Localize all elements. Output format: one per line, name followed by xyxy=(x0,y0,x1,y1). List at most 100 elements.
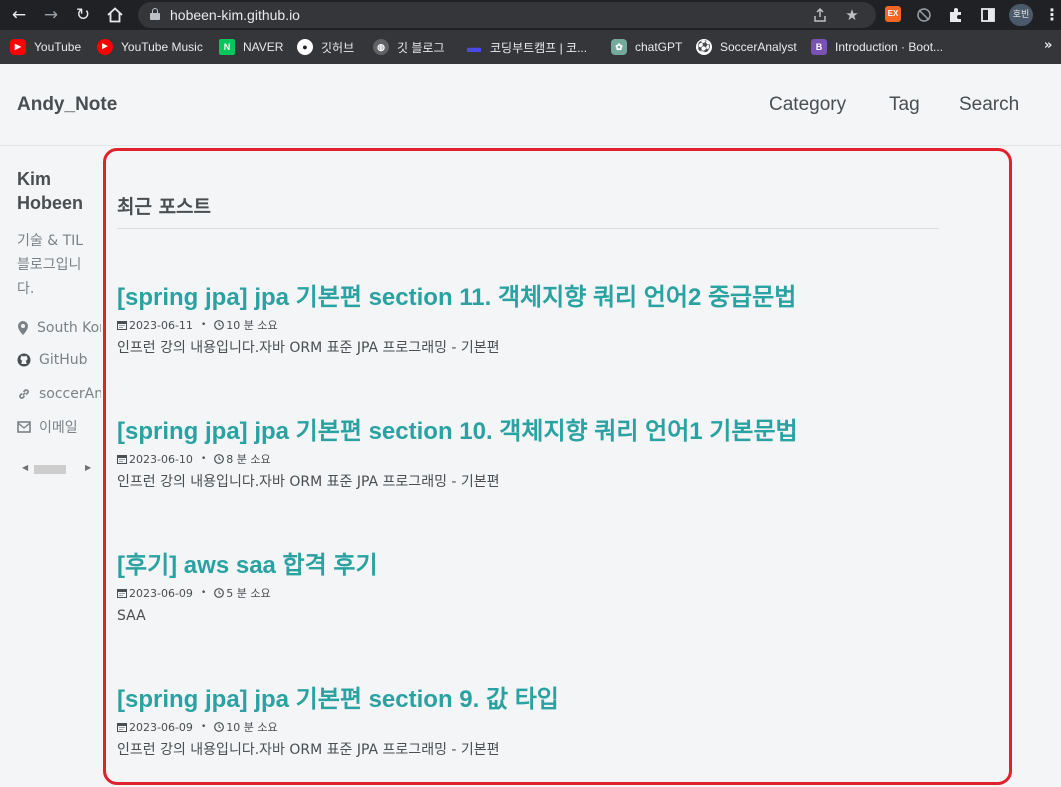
post-read-time: 5 분 소요 xyxy=(226,587,271,600)
bookmark-codestates[interactable]: ▬ 코딩부트캠프 | 코... xyxy=(466,38,587,56)
bookmark-label: Introduction · Boot... xyxy=(835,40,944,54)
calendar-icon xyxy=(117,723,127,732)
author-github-link[interactable]: GitHub xyxy=(17,350,101,370)
globe-icon: ◍ xyxy=(373,39,389,55)
recent-posts: 최근 포스트 [spring jpa] jpa 기본편 section 11. … xyxy=(117,174,939,774)
post-item: [spring jpa] jpa 기본편 section 10. 객체지향 쿼리… xyxy=(117,416,939,492)
github-icon: ● xyxy=(297,39,313,55)
web-page: Andy_Note Category Tag Search Kim Hobeen… xyxy=(0,64,1061,787)
calendar-icon xyxy=(117,455,127,464)
author-email-link[interactable]: 이메일 xyxy=(17,417,101,437)
post-meta: 2023-06-09 • 5 분 소요 xyxy=(117,584,939,602)
browser-toolbar: ← → ↻ hobeen-kim.github.io ★ EX 호빈 ⋮ xyxy=(0,0,1061,30)
masthead: Andy_Note Category Tag Search xyxy=(0,64,1061,146)
meta-separator: • xyxy=(200,320,207,330)
bookmark-label: 깃허브 xyxy=(321,40,355,55)
post-item: [spring jpa] jpa 기본편 section 11. 객체지향 쿼리… xyxy=(117,282,939,358)
address-bar[interactable]: hobeen-kim.github.io ★ xyxy=(138,2,876,28)
reload-icon[interactable]: ↻ xyxy=(72,4,94,26)
clock-icon xyxy=(214,588,225,598)
bookmarks-overflow-chevron-icon[interactable]: » xyxy=(1044,38,1052,53)
post-excerpt: SAA xyxy=(117,608,146,624)
lock-icon xyxy=(150,8,160,20)
scroll-left-arrow-icon[interactable]: ◀ xyxy=(22,463,28,472)
author-email-label: 이메일 xyxy=(39,420,78,436)
author-website-label: soccerAnalyst xyxy=(39,386,101,402)
post-read-time: 8 분 소요 xyxy=(226,453,271,466)
author-name: Kim Hobeen xyxy=(17,169,84,213)
profile-avatar[interactable]: 호빈 xyxy=(1009,4,1033,26)
post-title-link[interactable]: [spring jpa] jpa 기본편 section 11. 객체지향 쿼리… xyxy=(117,282,939,314)
puzzle-icon[interactable] xyxy=(946,5,966,25)
clock-icon xyxy=(214,320,225,330)
bookmark-label: 코딩부트캠프 | 코... xyxy=(490,40,588,55)
bookmark-naver[interactable]: N NAVER xyxy=(219,38,283,56)
envelope-icon xyxy=(17,421,31,433)
extension-icon[interactable]: EX xyxy=(885,6,901,22)
scrollbar-thumb[interactable] xyxy=(34,465,66,474)
github-icon xyxy=(17,353,31,367)
post-read-time: 10 분 소요 xyxy=(226,721,278,734)
clock-icon xyxy=(214,722,225,732)
post-title-link[interactable]: [spring jpa] jpa 기본편 section 9. 값 타입 xyxy=(117,684,939,716)
meta-separator: • xyxy=(200,454,207,464)
site-title[interactable]: Andy_Note xyxy=(17,94,117,116)
home-icon[interactable] xyxy=(104,4,126,26)
calendar-icon xyxy=(117,589,127,598)
author-website-link[interactable]: soccerAnalyst xyxy=(17,384,101,404)
post-date: 2023-06-10 xyxy=(129,452,193,466)
author-github-label: GitHub xyxy=(39,352,88,368)
bootstrap-icon: B xyxy=(811,39,827,55)
bookmark-bootstrap[interactable]: B Introduction · Boot... xyxy=(811,38,943,56)
bookmark-chatgpt[interactable]: ✿ chatGPT xyxy=(611,38,682,56)
side-panel-icon[interactable] xyxy=(978,5,998,25)
chatgpt-icon: ✿ xyxy=(611,39,627,55)
url-text[interactable]: hobeen-kim.github.io xyxy=(170,2,300,28)
post-title-link[interactable]: [spring jpa] jpa 기본편 section 10. 객체지향 쿼리… xyxy=(117,416,939,448)
forward-arrow-icon[interactable]: → xyxy=(40,4,62,26)
map-marker-icon xyxy=(18,321,28,335)
bookmark-youtube-music[interactable]: ▶ YouTube Music xyxy=(97,38,203,56)
sidebar-horizontal-scrollbar[interactable]: ◀ ▶ xyxy=(17,461,97,477)
post-excerpt: 인프런 강의 내용입니다.자바 ORM 표준 JPA 프로그래밍 - 기본편 xyxy=(117,742,500,758)
extension-disabled-icon[interactable] xyxy=(914,5,934,25)
nav-tag[interactable]: Tag xyxy=(889,94,920,116)
post-item: [spring jpa] jpa 기본편 section 9. 값 타입 202… xyxy=(117,684,939,760)
scroll-right-arrow-icon[interactable]: ▶ xyxy=(85,463,91,472)
bookmark-git-blog[interactable]: ◍ 깃 블로그 xyxy=(373,38,445,56)
bookmark-label: 깃 블로그 xyxy=(397,40,445,55)
post-title-link[interactable]: [후기] aws saa 합격 후기 xyxy=(117,550,939,582)
author-location: South Korea xyxy=(17,318,101,338)
back-arrow-icon[interactable]: ← xyxy=(8,4,30,26)
author-bio: 기술 & TIL 블로그입니다. xyxy=(17,233,84,297)
calendar-icon xyxy=(117,321,127,330)
post-meta: 2023-06-09 • 10 분 소요 xyxy=(117,718,939,736)
meta-separator: • xyxy=(200,588,207,598)
nav-search[interactable]: Search xyxy=(959,94,1019,116)
post-excerpt: 인프런 강의 내용입니다.자바 ORM 표준 JPA 프로그래밍 - 기본편 xyxy=(117,340,500,356)
bookmark-label: SoccerAnalyst xyxy=(720,40,797,54)
bookmark-youtube[interactable]: ▶ YouTube xyxy=(10,38,81,56)
link-icon xyxy=(19,389,29,399)
bookmark-label: YouTube xyxy=(34,40,82,54)
bookmark-socceranalyst[interactable]: ⚽ SoccerAnalyst xyxy=(696,38,797,56)
post-excerpt: 인프런 강의 내용입니다.자바 ORM 표준 JPA 프로그래밍 - 기본편 xyxy=(117,474,500,490)
naver-icon: N xyxy=(219,39,235,55)
post-meta: 2023-06-11 • 10 분 소요 xyxy=(117,316,939,334)
author-location-label: South Korea xyxy=(37,320,101,336)
bookmark-github[interactable]: ● 깃허브 xyxy=(297,38,354,56)
author-sidebar: Kim Hobeen 기술 & TIL 블로그입니다. South Korea … xyxy=(17,167,101,487)
bookmark-label: chatGPT xyxy=(635,40,683,54)
clock-icon xyxy=(214,454,225,464)
more-menu-icon[interactable]: ⋮ xyxy=(1044,5,1060,25)
bookmark-label: YouTube Music xyxy=(121,40,203,54)
post-meta: 2023-06-10 • 8 분 소요 xyxy=(117,450,939,468)
youtube-music-icon: ▶ xyxy=(97,39,113,55)
nav-category[interactable]: Category xyxy=(769,94,846,116)
post-item: [후기] aws saa 합격 후기 2023-06-09 • 5 분 소요 S… xyxy=(117,550,939,626)
post-date: 2023-06-09 xyxy=(129,586,193,600)
share-icon[interactable] xyxy=(810,5,830,25)
post-read-time: 10 분 소요 xyxy=(226,319,278,332)
soccer-ball-icon: ⚽ xyxy=(696,39,712,55)
star-icon[interactable]: ★ xyxy=(842,5,862,25)
